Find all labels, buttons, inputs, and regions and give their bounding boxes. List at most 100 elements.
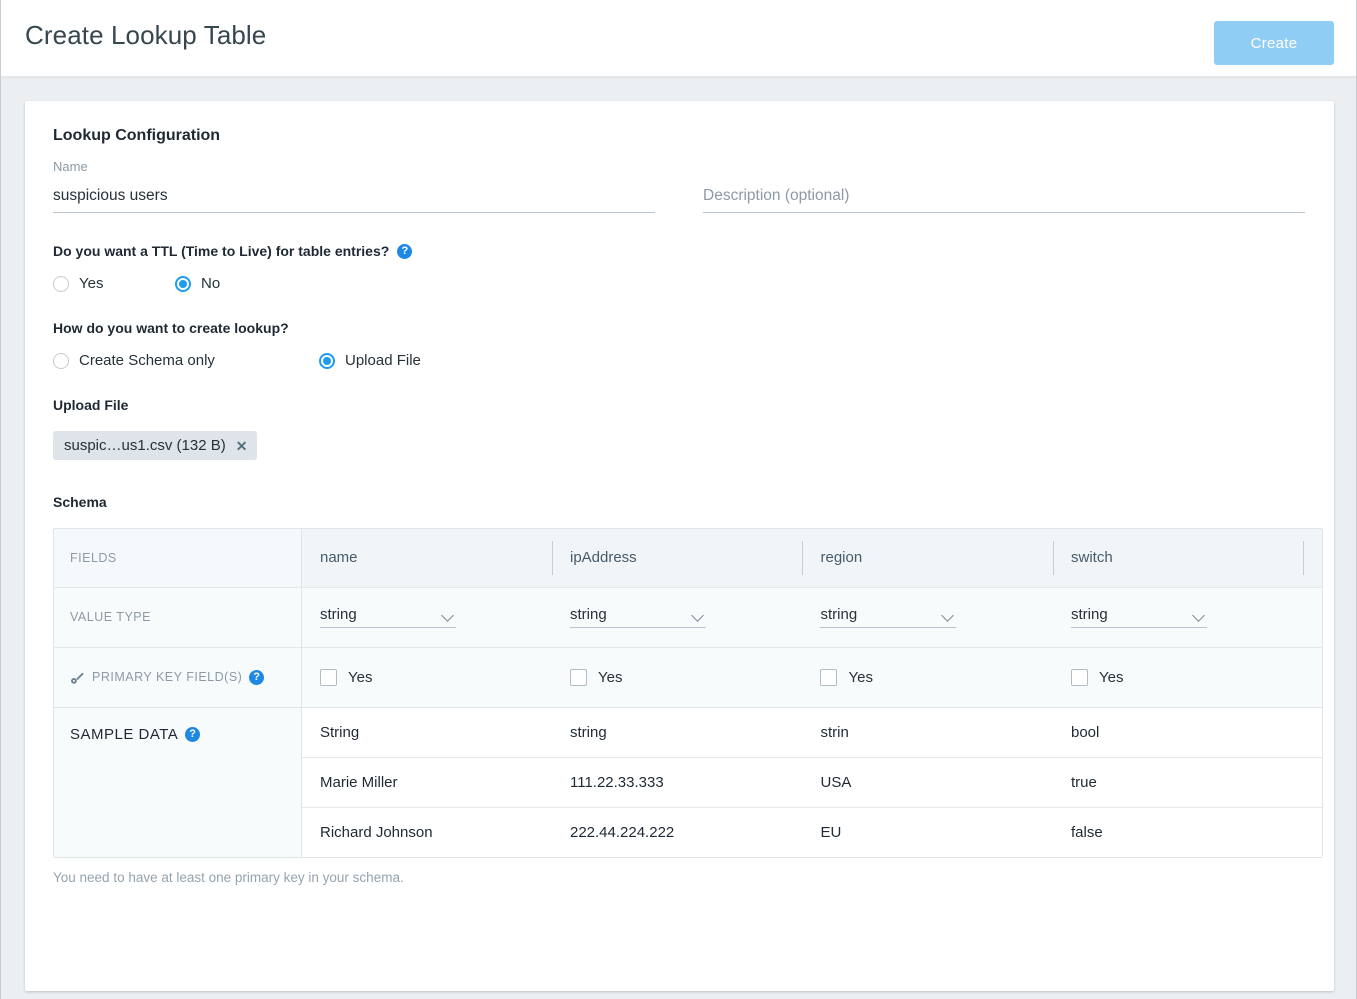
value-type-select-name[interactable]: string — [320, 606, 456, 628]
ttl-radio-yes-label: Yes — [79, 275, 103, 292]
help-circle-icon-ttl[interactable]: ? — [397, 244, 412, 259]
primary-key-cell-switch: Yes — [1053, 647, 1304, 707]
schema-table-scroll-area[interactable]: FIELDS name ipAddress region switch VALU… — [53, 528, 1323, 858]
primary-key-checkbox-ipaddress-label: Yes — [598, 669, 622, 686]
schema-column-header-region: region — [802, 529, 1053, 587]
ttl-radio-no[interactable]: No — [175, 275, 220, 292]
section-title-lookup-configuration: Lookup Configuration — [53, 127, 1306, 145]
sample-cell-0-0: String — [301, 707, 552, 757]
schema-row-value-type: VALUE TYPE string string — [54, 587, 1323, 647]
schema-row-fields: FIELDS name ipAddress region switch — [54, 529, 1323, 587]
sample-cell-0-3: bool — [1053, 707, 1304, 757]
row-label-primary-key-text: PRIMARY KEY FIELD(S) — [92, 670, 242, 684]
help-circle-icon-sample-data[interactable]: ? — [185, 727, 200, 742]
primary-key-cell-ipaddress: Yes — [552, 647, 803, 707]
row-label-fields-text: FIELDS — [70, 551, 117, 565]
schema-column-header-overflow — [1303, 529, 1323, 587]
schema-column-header-switch: switch — [1053, 529, 1304, 587]
close-icon-remove-file[interactable]: ✕ — [236, 439, 248, 453]
row-label-value-type: VALUE TYPE — [54, 587, 301, 647]
uploaded-file-chip[interactable]: suspic…us1.csv (132 B) ✕ — [53, 431, 257, 460]
value-type-select-region[interactable]: string — [820, 606, 956, 628]
ttl-question-label: Do you want a TTL (Time to Live) for tab… — [53, 243, 389, 259]
value-type-cell-overflow — [1303, 587, 1323, 647]
sample-cell-0-1: string — [552, 707, 803, 757]
upload-file-title: Upload File — [53, 397, 1306, 413]
value-type-select-name-value: string — [320, 606, 357, 623]
description-field-group — [703, 159, 1305, 213]
schema-table: FIELDS name ipAddress region switch VALU… — [54, 529, 1323, 857]
create-method-radio-schema-only[interactable]: Create Schema only — [53, 352, 319, 369]
row-label-primary-key: PRIMARY KEY FIELD(S) ? — [54, 647, 301, 707]
checkbox-mark-icon — [820, 669, 837, 686]
value-type-cell-switch: string — [1053, 587, 1304, 647]
validation-message: You need to have at least one primary ke… — [53, 870, 1306, 885]
sample-cell-1-1: 111.22.33.333 — [552, 757, 803, 807]
value-type-select-switch[interactable]: string — [1071, 606, 1207, 628]
key-icon — [70, 670, 85, 685]
sample-cell-2-0: Richard Johnson — [301, 807, 552, 857]
radio-mark-selected-icon — [319, 353, 335, 369]
page-title: Create Lookup Table — [25, 20, 266, 51]
checkbox-mark-icon — [320, 669, 337, 686]
lookup-configuration-card: Lookup Configuration Name Do you want a … — [25, 101, 1334, 991]
primary-key-checkbox-name[interactable]: Yes — [320, 669, 551, 686]
chevron-down-icon — [942, 609, 955, 622]
sample-cell-1-overflow — [1303, 757, 1323, 807]
sample-cell-1-3: true — [1053, 757, 1304, 807]
value-type-select-ipaddress[interactable]: string — [570, 606, 706, 628]
description-input[interactable] — [703, 183, 1305, 213]
checkbox-mark-icon — [570, 669, 587, 686]
row-label-value-type-text: VALUE TYPE — [70, 610, 151, 624]
help-circle-icon-primary-key[interactable]: ? — [249, 670, 264, 685]
sample-cell-0-2: strin — [802, 707, 1053, 757]
create-method-radio-upload-file[interactable]: Upload File — [319, 352, 421, 369]
schema-title: Schema — [53, 494, 1306, 510]
row-label-sample-data: SAMPLE DATA ? — [54, 707, 301, 857]
create-method-schema-only-label: Create Schema only — [79, 352, 215, 369]
create-method-question: How do you want to create lookup? — [53, 320, 1306, 336]
ttl-question: Do you want a TTL (Time to Live) for tab… — [53, 243, 1306, 259]
create-method-question-label: How do you want to create lookup? — [53, 320, 289, 336]
primary-key-checkbox-name-label: Yes — [348, 669, 372, 686]
value-type-cell-ipaddress: string — [552, 587, 803, 647]
primary-key-checkbox-region[interactable]: Yes — [820, 669, 1052, 686]
primary-key-checkbox-region-label: Yes — [848, 669, 872, 686]
app-window: Create Lookup Table Create Lookup Config… — [0, 0, 1357, 999]
table-row-sample-0: SAMPLE DATA ? String string strin bool — [54, 707, 1323, 757]
checkbox-mark-icon — [1071, 669, 1088, 686]
schema-column-header-name: name — [301, 529, 552, 587]
primary-key-checkbox-ipaddress[interactable]: Yes — [570, 669, 802, 686]
sample-cell-2-3: false — [1053, 807, 1304, 857]
name-label: Name — [53, 159, 655, 175]
primary-key-cell-overflow — [1303, 647, 1323, 707]
ttl-radio-no-label: No — [201, 275, 220, 292]
value-type-select-switch-value: string — [1071, 606, 1108, 623]
create-button[interactable]: Create — [1214, 21, 1334, 65]
value-type-select-ipaddress-value: string — [570, 606, 607, 623]
value-type-cell-name: string — [301, 587, 552, 647]
primary-key-checkbox-switch-label: Yes — [1099, 669, 1123, 686]
schema-column-header-ipaddress: ipAddress — [552, 529, 803, 587]
sample-cell-2-overflow — [1303, 807, 1323, 857]
sample-cell-0-overflow — [1303, 707, 1323, 757]
ttl-radio-yes[interactable]: Yes — [53, 275, 175, 292]
schema-row-primary-key: PRIMARY KEY FIELD(S) ? Yes Yes — [54, 647, 1323, 707]
primary-key-checkbox-switch[interactable]: Yes — [1071, 669, 1303, 686]
uploaded-file-name: suspic…us1.csv (132 B) — [64, 437, 226, 454]
sample-cell-2-1: 222.44.224.222 — [552, 807, 803, 857]
chevron-down-icon — [1192, 609, 1205, 622]
primary-key-cell-name: Yes — [301, 647, 552, 707]
create-method-radio-group: Create Schema only Upload File — [53, 352, 1306, 369]
sample-cell-1-2: USA — [802, 757, 1053, 807]
ttl-radio-group: Yes No — [53, 275, 1306, 292]
radio-mark-icon — [53, 353, 69, 369]
value-type-cell-region: string — [802, 587, 1053, 647]
chevron-down-icon — [691, 609, 704, 622]
radio-mark-selected-icon — [175, 276, 191, 292]
radio-mark-icon — [53, 276, 69, 292]
primary-key-cell-region: Yes — [802, 647, 1053, 707]
name-field-group: Name — [53, 159, 655, 213]
name-input[interactable] — [53, 183, 655, 213]
create-method-upload-file-label: Upload File — [345, 352, 421, 369]
